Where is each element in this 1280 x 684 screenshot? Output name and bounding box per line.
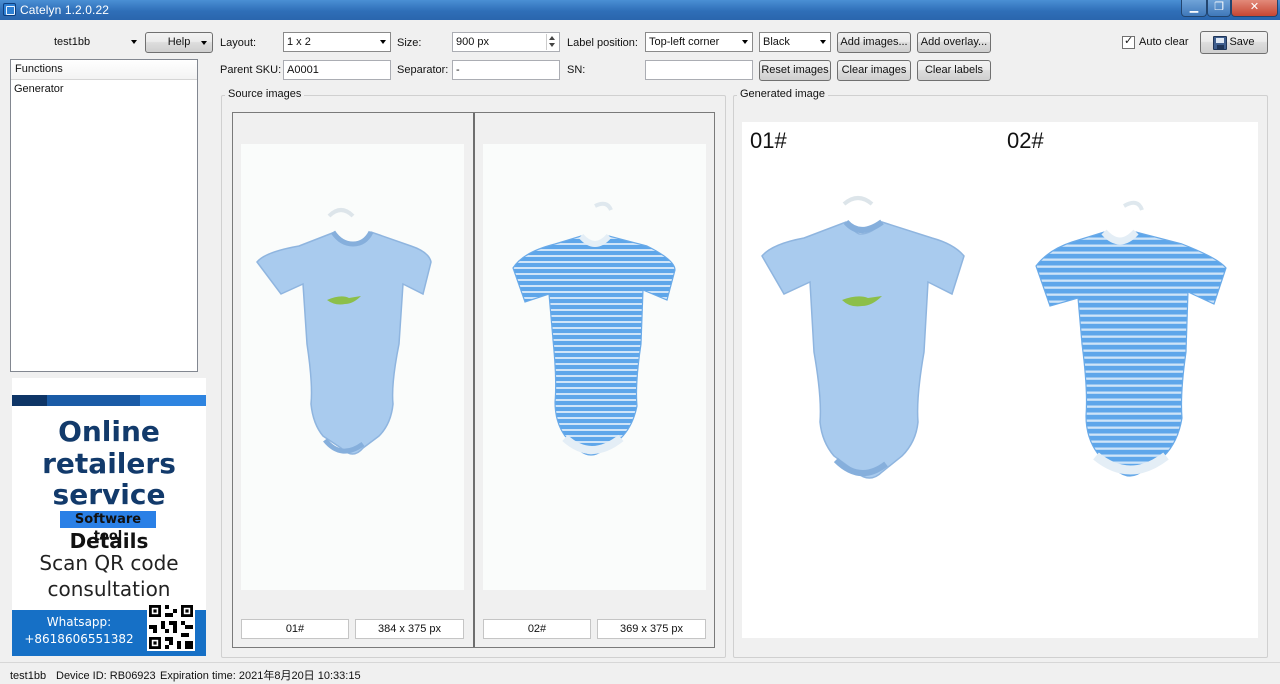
label-position-select[interactable]: Top-left corner xyxy=(645,32,753,52)
checkmark-icon: ✓ xyxy=(1124,35,1134,47)
ad-whatsapp-number: +8618606551382 xyxy=(24,632,134,646)
ad-line-consultation: consultation xyxy=(47,577,171,601)
layout-label: Layout: xyxy=(220,37,257,49)
app-icon xyxy=(3,3,16,16)
ad-whatsapp-label: Whatsapp: xyxy=(46,615,112,629)
onesie-crocodile-image xyxy=(256,208,432,455)
ad-line-details: Details xyxy=(69,529,149,553)
user-select[interactable]: test1bb xyxy=(53,34,141,52)
label-position-label: Label position: xyxy=(567,37,638,49)
functions-panel: Functions Generator xyxy=(10,59,198,372)
add-images-button[interactable]: Add images... xyxy=(837,32,911,53)
user-select-value: test1bb xyxy=(54,36,91,48)
save-button[interactable]: Save xyxy=(1200,31,1268,54)
generated-composite-image xyxy=(761,196,1227,479)
label-color-value: Black xyxy=(763,36,790,48)
status-user: test1bb xyxy=(10,670,47,682)
source-images-title: Source images xyxy=(225,88,305,100)
add-overlay-button[interactable]: Add overlay... xyxy=(917,32,991,53)
source-image-slot-2[interactable] xyxy=(483,144,706,590)
size-value: 900 px xyxy=(456,36,490,48)
generated-image-canvas[interactable]: 01# 02# xyxy=(742,122,1258,638)
ad-line-retailers: retailers xyxy=(42,447,176,480)
size-label: Size: xyxy=(397,37,422,49)
minimize-button[interactable]: ▁ xyxy=(1181,0,1207,17)
sn-label: SN: xyxy=(567,64,586,76)
size-spinbox[interactable]: 900 px xyxy=(452,32,560,52)
slot-divider xyxy=(473,113,475,647)
ad-line-online: Online xyxy=(58,415,160,448)
advertisement-panel[interactable]: Online retailers service Software tool D… xyxy=(12,378,206,656)
ad-stripe xyxy=(47,395,140,406)
label-color-select[interactable]: Black xyxy=(759,32,831,52)
ad-line-service: service xyxy=(52,478,166,511)
restore-button[interactable]: ❐ xyxy=(1207,0,1231,17)
layout-select-value: 1 x 2 xyxy=(287,36,311,48)
chevron-down-icon xyxy=(131,40,137,44)
status-expiration: Expiration time: 2021年8月20日 10:33:15 xyxy=(160,670,361,682)
slot-2-dimensions: 369 x 375 px xyxy=(597,619,706,639)
clear-labels-button[interactable]: Clear labels xyxy=(917,60,991,81)
generated-image-title: Generated image xyxy=(737,88,828,100)
close-button[interactable]: ✕ xyxy=(1231,0,1278,17)
parent-sku-label: Parent SKU: xyxy=(220,64,282,76)
function-item-generator[interactable]: Generator xyxy=(11,80,197,98)
functions-header[interactable]: Functions xyxy=(11,60,197,80)
help-button-label: Help xyxy=(167,36,191,48)
status-bar: test1bb Device ID: RB06923 Expiration ti… xyxy=(0,662,1280,684)
chevron-down-icon xyxy=(820,40,826,44)
ad-line-software-tool: Software tool xyxy=(60,511,156,544)
help-button[interactable]: Help xyxy=(145,32,213,53)
floppy-disk-icon xyxy=(1213,36,1227,50)
spin-arrows-icon[interactable] xyxy=(546,34,558,50)
title-bar: Catelyn 1.2.0.22 ▁ ❐ ✕ xyxy=(0,0,1280,20)
qr-code-icon xyxy=(147,603,195,651)
auto-clear-label: Auto clear xyxy=(1139,36,1189,48)
status-device-id: Device ID: RB06923 xyxy=(56,670,156,682)
chevron-down-icon xyxy=(742,40,748,44)
label-position-value: Top-left corner xyxy=(649,36,720,48)
separator-label: Separator: xyxy=(397,64,449,76)
layout-select[interactable]: 1 x 2 xyxy=(283,32,391,52)
ad-line-scan: Scan QR code xyxy=(39,551,179,575)
striped-onesie-image xyxy=(512,201,676,456)
clear-images-button[interactable]: Clear images xyxy=(837,60,911,81)
parent-sku-input[interactable]: A0001 xyxy=(283,60,391,80)
ad-stripe xyxy=(140,395,206,406)
chevron-down-icon xyxy=(380,40,386,44)
slot-2-label[interactable]: 02# xyxy=(483,619,591,639)
save-button-label: Save xyxy=(1229,36,1255,48)
source-image-slot-1[interactable] xyxy=(241,144,464,590)
slot-1-dimensions: 384 x 375 px xyxy=(355,619,464,639)
chevron-down-icon xyxy=(201,41,207,45)
ad-stripe xyxy=(12,395,47,406)
slot-1-label[interactable]: 01# xyxy=(241,619,349,639)
auto-clear-checkbox[interactable]: ✓ xyxy=(1122,35,1135,49)
window-title: Catelyn 1.2.0.22 xyxy=(20,3,109,17)
reset-images-button[interactable]: Reset images xyxy=(759,60,831,81)
sn-input[interactable] xyxy=(645,60,753,80)
separator-input[interactable]: - xyxy=(452,60,560,80)
